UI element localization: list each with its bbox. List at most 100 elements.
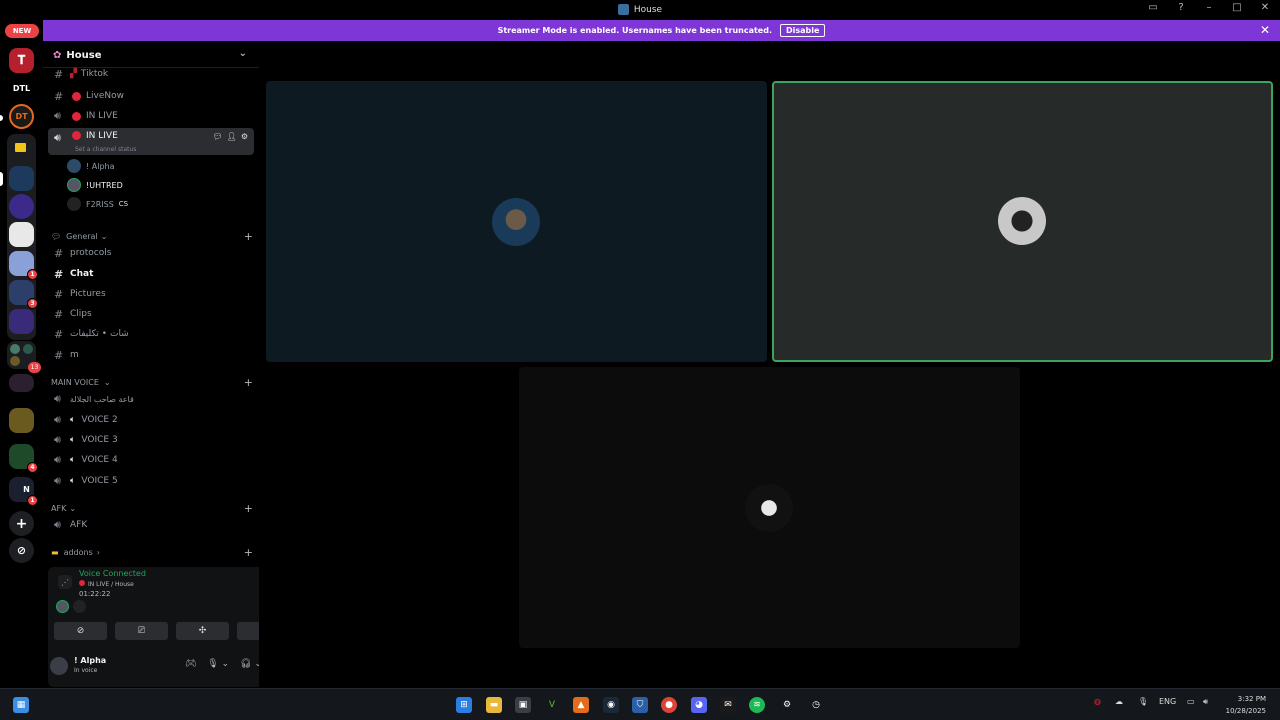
server-folder[interactable]: 13: [7, 341, 41, 373]
voice-user[interactable]: F2RISS CS: [67, 195, 128, 213]
cloud-icon[interactable]: ☁: [1115, 697, 1123, 706]
channel-voice-4[interactable]: 🔊︎ 🔈︎ VOICE 4: [48, 450, 254, 470]
chrome-icon[interactable]: ●: [661, 697, 677, 713]
server-icon[interactable]: DT: [9, 104, 34, 129]
server-icon[interactable]: [9, 194, 34, 219]
channel-pictures[interactable]: # Pictures: [48, 284, 254, 304]
channel-clips[interactable]: # Clips: [48, 304, 254, 324]
server-icon[interactable]: [9, 408, 34, 433]
add-server-button[interactable]: +: [9, 511, 34, 536]
close-banner-icon[interactable]: ✕: [1260, 23, 1270, 37]
tray-app-icon[interactable]: ◍: [1094, 697, 1101, 706]
signal-icon[interactable]: ⋰: [58, 575, 72, 589]
discover-button[interactable]: ⊘: [9, 538, 34, 563]
server-icon[interactable]: [9, 309, 34, 334]
gamepad-icon[interactable]: 🎮︎: [185, 659, 196, 669]
participant-tile[interactable]: [519, 367, 1020, 648]
app-icon[interactable]: ▲: [573, 697, 589, 713]
windows-start-icon[interactable]: ▦: [13, 697, 29, 713]
camera-off-button[interactable]: ⊘: [54, 622, 107, 640]
channel-voice-2[interactable]: 🔊︎ 🔈︎ VOICE 2: [48, 410, 254, 430]
add-channel-icon[interactable]: +: [244, 376, 253, 389]
discord-icon[interactable]: ◕: [691, 697, 707, 713]
channel-chat[interactable]: # Chat: [48, 264, 254, 284]
language-indicator[interactable]: ENG: [1159, 697, 1176, 706]
volume-icon[interactable]: 🔊︎: [1203, 697, 1208, 707]
minimize-button[interactable]: –: [1202, 2, 1216, 13]
server-icon[interactable]: 1: [9, 251, 38, 280]
network-icon[interactable]: ▭: [1187, 697, 1195, 706]
channel-arabic-chat[interactable]: # شات • تكليفات: [48, 324, 254, 344]
settings-icon[interactable]: ⚙: [779, 697, 795, 713]
microphone-icon[interactable]: 🎙︎: [1138, 697, 1148, 706]
add-channel-icon[interactable]: +: [244, 230, 253, 243]
activities-button[interactable]: ✣: [176, 622, 229, 640]
screen-share-button[interactable]: ⎚: [115, 622, 168, 640]
channel-in-live-voice[interactable]: 🔊︎ IN LIVE: [48, 106, 254, 126]
server-icon[interactable]: [9, 374, 34, 392]
avatar[interactable]: [50, 657, 68, 675]
category-general[interactable]: 💬︎ General ⌄ +: [51, 229, 255, 243]
inbox-icon[interactable]: ▭: [1146, 2, 1160, 13]
server-icon[interactable]: 𝐓: [9, 48, 34, 73]
channel-m[interactable]: # m: [48, 345, 254, 365]
participant-tile[interactable]: [266, 81, 767, 362]
channel-in-live-active[interactable]: 🔊︎ IN LIVE Set a channel status 💬︎ 👤︎ ⚙: [48, 128, 254, 155]
server-header[interactable]: ✿ House ⌄: [43, 44, 259, 68]
channel-lounge[interactable]: 🔊︎ قاعة صاحب الجلالة: [48, 389, 254, 409]
start-icon[interactable]: ⊞: [456, 697, 472, 713]
system-clock[interactable]: 3:32 PM 10/28/2025: [1226, 693, 1266, 717]
clock-app-icon[interactable]: ◷: [808, 697, 824, 713]
channel-tiktok[interactable]: # ▞ Tiktok: [48, 67, 254, 81]
file-explorer-icon[interactable]: ▬: [486, 697, 502, 713]
add-channel-icon[interactable]: +: [244, 546, 253, 559]
set-channel-status[interactable]: Set a channel status: [75, 146, 136, 153]
invite-icon[interactable]: 👤︎: [227, 132, 237, 141]
gear-icon[interactable]: ⚙: [241, 132, 248, 141]
new-badge[interactable]: NEW: [5, 24, 39, 38]
channel-voice-3[interactable]: 🔊︎ 🔈︎ VOICE 3: [48, 430, 254, 450]
voice-status[interactable]: Voice Connected: [79, 569, 146, 578]
chevron-down-icon[interactable]: ⌄: [239, 48, 247, 59]
voice-user[interactable]: !UHTRED: [67, 176, 123, 194]
valorant-icon[interactable]: V: [544, 697, 560, 713]
microphone-icon[interactable]: 🎙︎ ⌄: [207, 659, 229, 669]
voice-user[interactable]: ! Alpha: [67, 157, 115, 175]
server-icon[interactable]: 4: [9, 444, 38, 473]
banner-text: Streamer Mode is enabled. Usernames have…: [497, 26, 772, 35]
channel-protocols[interactable]: # protocols: [48, 243, 254, 263]
channel-livenow[interactable]: # LiveNow: [48, 86, 254, 106]
hash-icon: #: [54, 67, 64, 81]
voice-channel-path[interactable]: IN LIVE / House: [79, 580, 134, 588]
mail-icon[interactable]: ✉: [720, 697, 736, 713]
mention-badge: 4: [27, 462, 38, 473]
category-name: General: [66, 231, 98, 241]
steam-icon[interactable]: ◉: [603, 697, 619, 713]
channel-voice-5[interactable]: 🔊︎ 🔈︎ VOICE 5: [48, 471, 254, 491]
server-icon[interactable]: 3: [9, 280, 38, 309]
category-main-voice[interactable]: MAIN VOICE ⌄ +: [51, 375, 255, 389]
speaker-icon: 🔊︎: [54, 413, 61, 426]
server-icon[interactable]: [9, 222, 34, 247]
spotify-icon[interactable]: ≋: [749, 697, 765, 713]
participant-tile-speaking[interactable]: [772, 81, 1273, 362]
help-icon[interactable]: ?: [1174, 2, 1188, 13]
close-window-button[interactable]: ✕: [1258, 2, 1272, 13]
disable-streamer-mode-button[interactable]: Disable: [779, 24, 826, 37]
username[interactable]: ! Alpha: [74, 656, 106, 665]
add-channel-icon[interactable]: +: [244, 502, 253, 515]
game-tag: CS: [118, 200, 129, 208]
channel-afk[interactable]: 🔊︎ AFK: [48, 515, 254, 535]
chat-icon[interactable]: 💬︎: [213, 132, 223, 141]
server-icon[interactable]: [9, 166, 34, 191]
category-afk[interactable]: AFK ⌄ +: [51, 501, 255, 515]
shield-icon[interactable]: ⛉: [632, 697, 648, 713]
avatar: [73, 600, 86, 613]
category-addons[interactable]: ▬ addons › +: [51, 545, 255, 559]
store-icon[interactable]: ▣: [515, 697, 531, 713]
server-icon[interactable]: N1: [9, 477, 38, 506]
hash-icon: #: [54, 267, 64, 281]
server-icon[interactable]: DTL: [9, 76, 34, 101]
maximize-button[interactable]: □: [1230, 2, 1244, 13]
channel-name: Tiktok: [80, 69, 109, 79]
